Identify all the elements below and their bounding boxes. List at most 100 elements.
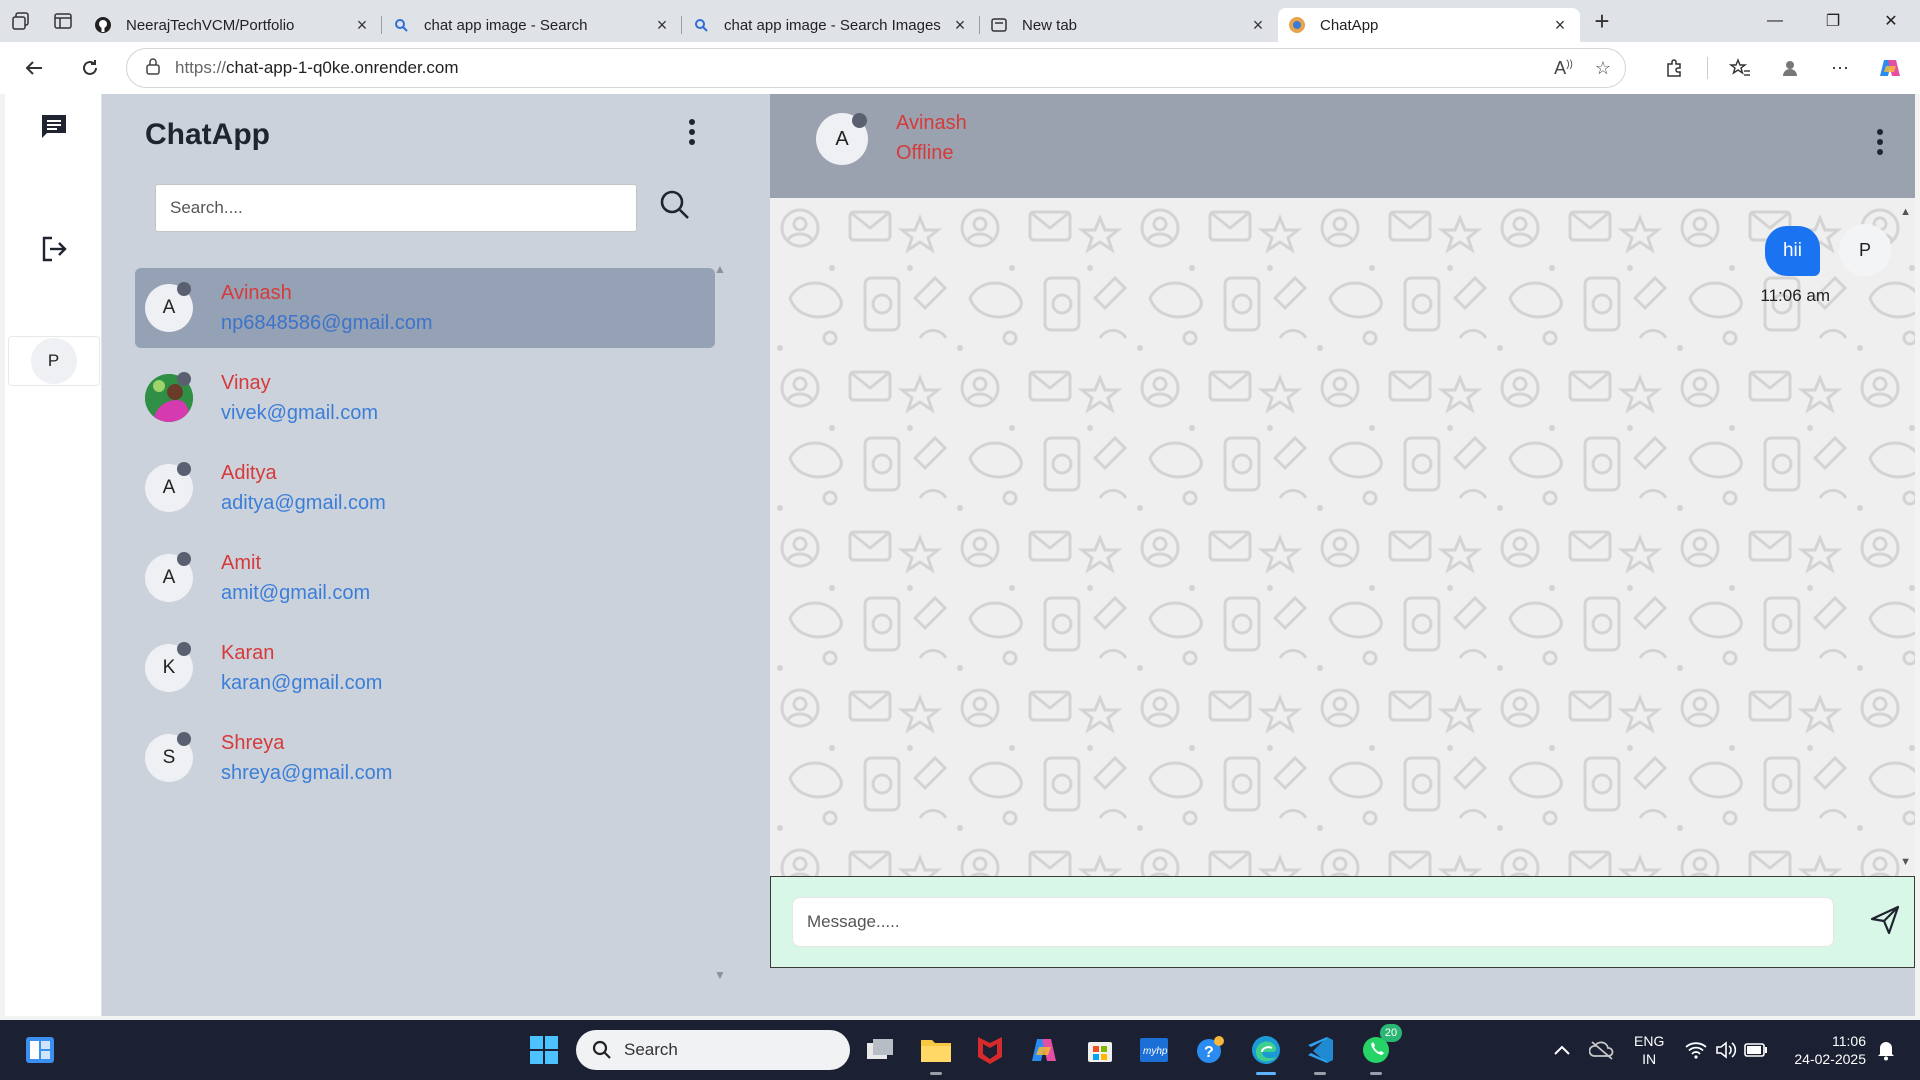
file-explorer-icon[interactable] [918, 1032, 954, 1075]
github-icon [94, 16, 112, 34]
language-code: ENG [1634, 1033, 1665, 1049]
clock-date: 24-02-2025 [1794, 1051, 1866, 1067]
tab-new-tab[interactable]: New tab × [980, 8, 1278, 42]
battery-icon[interactable] [1738, 1032, 1774, 1068]
search-button[interactable] [659, 189, 691, 226]
read-aloud-icon[interactable]: A)) [1554, 58, 1573, 79]
favorites-icon[interactable] [1718, 46, 1762, 90]
chat-pane: A Avinash Offline hii 11:06 am P ▲ ▼ Mes… [770, 94, 1915, 1016]
message-composer [770, 876, 1915, 968]
input-language[interactable]: ENG IN [1634, 1032, 1664, 1068]
search-icon [592, 1040, 611, 1059]
url-text: https://chat-app-1-q0ke.onrender.com [175, 58, 459, 77]
status-dot [177, 642, 191, 656]
edge-icon[interactable] [1248, 1032, 1284, 1075]
list-item[interactable]: S Shreya shreya@gmail.com [135, 718, 715, 798]
rail-avatar-frame: P [7, 336, 100, 386]
new-tab-button[interactable]: + [1580, 6, 1624, 37]
contact-email: karan@gmail.com [221, 672, 383, 694]
list-item[interactable]: A Avinash np6848586@gmail.com [135, 268, 715, 348]
profile-button[interactable]: P [5, 336, 102, 386]
tab-search[interactable]: chat app image - Search × [382, 8, 682, 42]
store-icon[interactable] [1082, 1032, 1118, 1068]
browser-tab-strip: NeerajTechVCM/Portfolio × chat app image… [0, 0, 1920, 42]
taskbar-search[interactable]: Search [576, 1030, 850, 1070]
clock-time: 11:06 [1832, 1033, 1866, 1049]
close-icon[interactable]: × [652, 15, 672, 36]
message-area[interactable]: hii 11:06 am P ▲ ▼ [770, 198, 1915, 876]
workspaces-icon[interactable] [0, 0, 42, 42]
profile-icon[interactable] [1768, 46, 1812, 90]
more-vertical-icon [689, 119, 695, 145]
list-item[interactable]: Vinay vivek@gmail.com [135, 358, 715, 438]
status-dot [177, 282, 191, 296]
start-icon[interactable] [526, 1032, 562, 1068]
list-item[interactable]: A Aditya aditya@gmail.com [135, 448, 715, 528]
avatar: P [1839, 224, 1891, 276]
contact-search-input[interactable] [155, 184, 637, 232]
contact-email: amit@gmail.com [221, 582, 371, 604]
scroll-up-arrow[interactable]: ▲ [1900, 206, 1911, 218]
contact-email: vivek@gmail.com [221, 402, 379, 424]
close-icon[interactable]: × [950, 15, 970, 36]
tab-portfolio[interactable]: NeerajTechVCM/Portfolio × [84, 8, 382, 42]
status-dot [177, 462, 191, 476]
chat-icon [41, 115, 66, 138]
chat-contact-status: Offline [896, 142, 954, 164]
refresh-icon[interactable] [68, 46, 112, 90]
search-icon [392, 16, 410, 34]
tab-chatapp[interactable]: ChatApp × [1278, 8, 1580, 42]
message-bubble[interactable]: hii [1764, 226, 1820, 276]
message-text: hii [1764, 226, 1820, 276]
more-icon[interactable]: ⋯ [1818, 46, 1862, 90]
address-bar[interactable]: https://chat-app-1-q0ke.onrender.com A))… [126, 48, 1626, 88]
mcafee-icon[interactable] [972, 1032, 1008, 1068]
taskbar-clock[interactable]: 11:06 24-02-2025 [1786, 1032, 1866, 1068]
chats-nav-button[interactable] [5, 112, 102, 142]
extensions-icon[interactable] [1652, 46, 1696, 90]
browser-toolbar: https://chat-app-1-q0ke.onrender.com A))… [0, 42, 1920, 94]
list-item[interactable]: K Karan karan@gmail.com [135, 628, 715, 708]
close-icon[interactable]: × [1550, 15, 1570, 36]
tab-search-images[interactable]: chat app image - Search Images × [682, 8, 980, 42]
close-icon[interactable]: × [352, 15, 372, 36]
status-dot [852, 113, 867, 128]
list-item[interactable]: A Amit amit@gmail.com [135, 538, 715, 618]
notification-bell-icon[interactable] [1868, 1032, 1904, 1068]
send-button[interactable] [1869, 904, 1901, 941]
sidebar-menu-button[interactable] [688, 118, 696, 151]
contact-name: Aditya [221, 462, 277, 484]
onedrive-off-icon[interactable] [1584, 1032, 1620, 1068]
lock-icon[interactable] [145, 57, 161, 80]
minimize-icon[interactable]: — [1746, 0, 1804, 42]
chevron-up-icon[interactable] [1544, 1032, 1580, 1068]
vscode-icon[interactable] [1302, 1032, 1338, 1075]
chat-header: A Avinash Offline [770, 94, 1915, 198]
message-input[interactable] [792, 897, 1834, 947]
contact-email: aditya@gmail.com [221, 492, 386, 514]
myhp-icon[interactable]: myhp [1136, 1032, 1172, 1068]
window-close-icon[interactable]: ✕ [1862, 0, 1920, 42]
chat-menu-button[interactable] [1876, 128, 1884, 161]
vertical-tabs-icon[interactable] [42, 0, 84, 42]
taskbar-search-label: Search [624, 1040, 678, 1059]
scroll-down-arrow[interactable]: ▼ [1900, 856, 1911, 868]
copilot-icon[interactable] [1026, 1032, 1062, 1068]
active-indicator [1256, 1072, 1276, 1075]
widgets-icon[interactable] [22, 1032, 58, 1068]
favorite-star-icon[interactable]: ☆ [1595, 58, 1611, 79]
scroll-up-arrow[interactable]: ▲ [714, 262, 726, 276]
search-icon [660, 190, 689, 219]
back-arrow-icon[interactable] [12, 46, 56, 90]
chatapp-icon [1288, 16, 1306, 34]
scroll-down-arrow[interactable]: ▼ [714, 968, 726, 982]
contact-name: Amit [221, 552, 261, 574]
copilot-icon[interactable] [1868, 46, 1912, 90]
task-view-icon[interactable] [862, 1032, 898, 1068]
close-icon[interactable]: × [1248, 15, 1268, 36]
whatsapp-icon[interactable]: 20 [1358, 1024, 1402, 1075]
logout-button[interactable] [5, 234, 102, 264]
restore-icon[interactable]: ❐ [1804, 0, 1862, 42]
help-icon[interactable]: ? [1192, 1032, 1228, 1068]
tab-title: ChatApp [1320, 16, 1379, 34]
